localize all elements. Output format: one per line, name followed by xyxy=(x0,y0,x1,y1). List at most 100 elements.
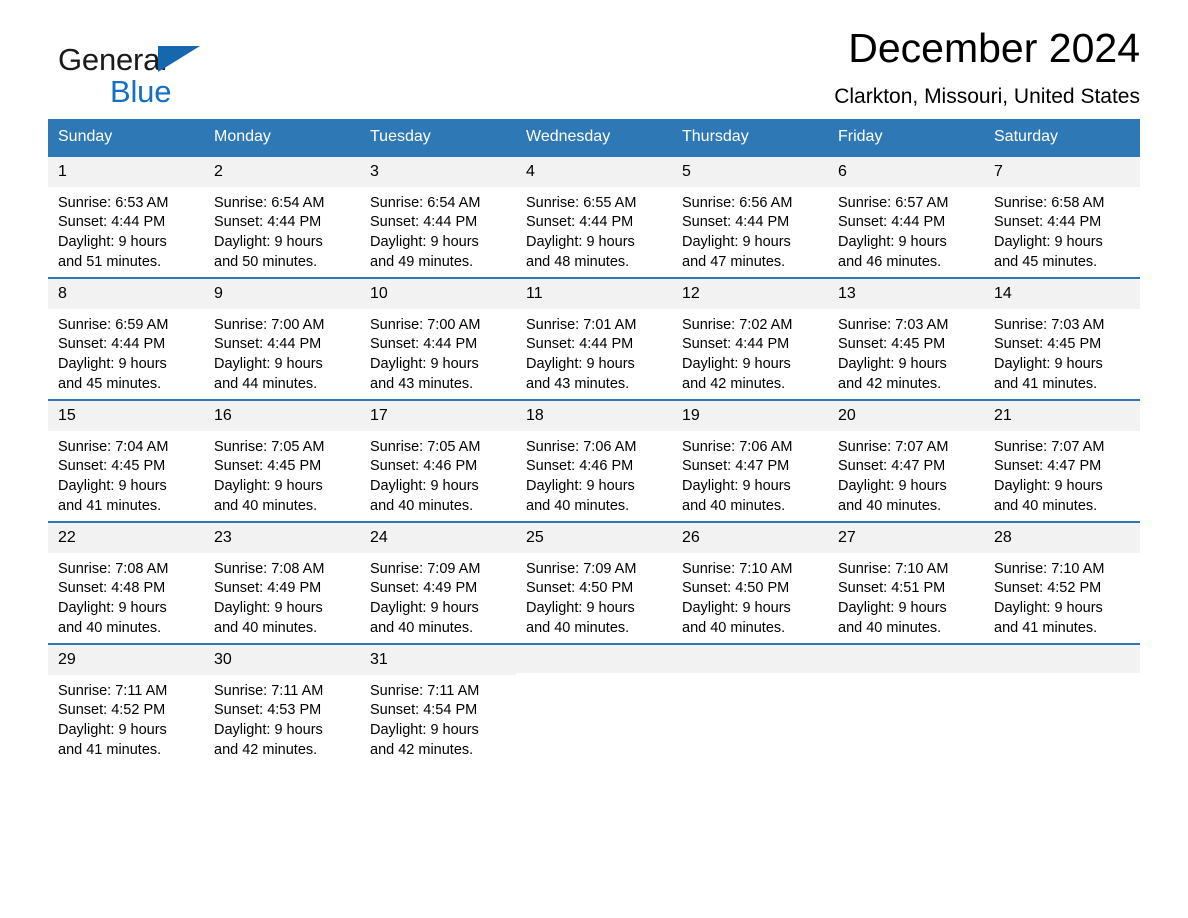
day-cell[interactable]: 7 Sunrise: 6:58 AM Sunset: 4:44 PM Dayli… xyxy=(984,155,1140,278)
day-number: 13 xyxy=(828,279,984,309)
empty-day-cell xyxy=(828,643,984,765)
daylight-text-line1: Daylight: 9 hours xyxy=(994,356,1103,373)
sunrise-text: Sunrise: 6:54 AM xyxy=(370,194,481,211)
day-cell[interactable]: 1 Sunrise: 6:53 AM Sunset: 4:44 PM Dayli… xyxy=(48,155,204,278)
calendar-week-row: 1 Sunrise: 6:53 AM Sunset: 4:44 PM Dayli… xyxy=(48,155,1140,278)
sunrise-text: Sunrise: 7:06 AM xyxy=(526,438,637,455)
day-details: Sunrise: 7:07 AM Sunset: 4:47 PM Dayligh… xyxy=(828,431,984,517)
day-cell[interactable]: 12 Sunrise: 7:02 AM Sunset: 4:44 PM Dayl… xyxy=(672,277,828,400)
day-cell[interactable]: 11 Sunrise: 7:01 AM Sunset: 4:44 PM Dayl… xyxy=(516,277,672,400)
day-number xyxy=(984,645,1140,673)
sunset-text: Sunset: 4:44 PM xyxy=(370,336,478,353)
daylight-text-line2: and 42 minutes. xyxy=(838,375,942,392)
day-details: Sunrise: 6:59 AM Sunset: 4:44 PM Dayligh… xyxy=(48,309,204,395)
day-details: Sunrise: 6:54 AM Sunset: 4:44 PM Dayligh… xyxy=(204,187,360,273)
sunrise-text: Sunrise: 7:08 AM xyxy=(58,560,169,577)
logo-triangle-icon xyxy=(158,46,200,72)
day-cell[interactable]: 18 Sunrise: 7:06 AM Sunset: 4:46 PM Dayl… xyxy=(516,399,672,522)
day-cell[interactable]: 14 Sunrise: 7:03 AM Sunset: 4:45 PM Dayl… xyxy=(984,277,1140,400)
sunset-text: Sunset: 4:44 PM xyxy=(58,214,166,231)
sunrise-text: Sunrise: 7:06 AM xyxy=(682,438,793,455)
day-number: 14 xyxy=(984,279,1140,309)
day-number: 20 xyxy=(828,401,984,431)
sunset-text: Sunset: 4:50 PM xyxy=(682,580,790,597)
day-cell[interactable]: 23 Sunrise: 7:08 AM Sunset: 4:49 PM Dayl… xyxy=(204,521,360,644)
day-cell[interactable]: 9 Sunrise: 7:00 AM Sunset: 4:44 PM Dayli… xyxy=(204,277,360,400)
sunset-text: Sunset: 4:47 PM xyxy=(682,458,790,475)
daylight-text-line1: Daylight: 9 hours xyxy=(526,600,635,617)
day-cell[interactable]: 15 Sunrise: 7:04 AM Sunset: 4:45 PM Dayl… xyxy=(48,399,204,522)
day-cell[interactable]: 21 Sunrise: 7:07 AM Sunset: 4:47 PM Dayl… xyxy=(984,399,1140,522)
day-number: 26 xyxy=(672,523,828,553)
day-details: Sunrise: 7:02 AM Sunset: 4:44 PM Dayligh… xyxy=(672,309,828,395)
daylight-text-line2: and 48 minutes. xyxy=(526,253,630,270)
daylight-text-line1: Daylight: 9 hours xyxy=(58,600,167,617)
day-cell[interactable]: 2 Sunrise: 6:54 AM Sunset: 4:44 PM Dayli… xyxy=(204,155,360,278)
day-cell[interactable]: 17 Sunrise: 7:05 AM Sunset: 4:46 PM Dayl… xyxy=(360,399,516,522)
day-details: Sunrise: 7:04 AM Sunset: 4:45 PM Dayligh… xyxy=(48,431,204,517)
day-cell[interactable]: 4 Sunrise: 6:55 AM Sunset: 4:44 PM Dayli… xyxy=(516,155,672,278)
daylight-text-line1: Daylight: 9 hours xyxy=(682,234,791,251)
daylight-text-line1: Daylight: 9 hours xyxy=(994,600,1103,617)
day-cell[interactable]: 24 Sunrise: 7:09 AM Sunset: 4:49 PM Dayl… xyxy=(360,521,516,644)
daylight-text-line1: Daylight: 9 hours xyxy=(526,234,635,251)
day-cell[interactable]: 31 Sunrise: 7:11 AM Sunset: 4:54 PM Dayl… xyxy=(360,643,516,765)
day-number: 5 xyxy=(672,157,828,187)
calendar-week-row: 15 Sunrise: 7:04 AM Sunset: 4:45 PM Dayl… xyxy=(48,399,1140,522)
day-cell[interactable]: 27 Sunrise: 7:10 AM Sunset: 4:51 PM Dayl… xyxy=(828,521,984,644)
sunrise-text: Sunrise: 7:03 AM xyxy=(994,316,1105,333)
daylight-text-line1: Daylight: 9 hours xyxy=(58,478,167,495)
day-cell[interactable]: 26 Sunrise: 7:10 AM Sunset: 4:50 PM Dayl… xyxy=(672,521,828,644)
day-cell[interactable]: 28 Sunrise: 7:10 AM Sunset: 4:52 PM Dayl… xyxy=(984,521,1140,644)
sunset-text: Sunset: 4:46 PM xyxy=(370,458,478,475)
day-cell[interactable]: 19 Sunrise: 7:06 AM Sunset: 4:47 PM Dayl… xyxy=(672,399,828,522)
day-cell[interactable]: 5 Sunrise: 6:56 AM Sunset: 4:44 PM Dayli… xyxy=(672,155,828,278)
day-cell[interactable]: 16 Sunrise: 7:05 AM Sunset: 4:45 PM Dayl… xyxy=(204,399,360,522)
day-cell[interactable]: 8 Sunrise: 6:59 AM Sunset: 4:44 PM Dayli… xyxy=(48,277,204,400)
calendar-week-row: 29 Sunrise: 7:11 AM Sunset: 4:52 PM Dayl… xyxy=(48,643,1140,765)
sunset-text: Sunset: 4:53 PM xyxy=(214,702,322,719)
sunrise-text: Sunrise: 7:08 AM xyxy=(214,560,325,577)
day-number: 19 xyxy=(672,401,828,431)
day-details: Sunrise: 7:09 AM Sunset: 4:49 PM Dayligh… xyxy=(360,553,516,639)
weekday-header-saturday: Saturday xyxy=(984,119,1140,156)
calendar-week-row: 22 Sunrise: 7:08 AM Sunset: 4:48 PM Dayl… xyxy=(48,521,1140,644)
weekday-header-tuesday: Tuesday xyxy=(360,119,516,156)
day-cell[interactable]: 13 Sunrise: 7:03 AM Sunset: 4:45 PM Dayl… xyxy=(828,277,984,400)
sunrise-sunset-calendar-table: Sunday Monday Tuesday Wednesday Thursday… xyxy=(48,119,1140,765)
weekday-header-friday: Friday xyxy=(828,119,984,156)
sunrise-text: Sunrise: 6:55 AM xyxy=(526,194,637,211)
daylight-text-line2: and 43 minutes. xyxy=(526,375,630,392)
day-cell[interactable]: 30 Sunrise: 7:11 AM Sunset: 4:53 PM Dayl… xyxy=(204,643,360,765)
sunset-text: Sunset: 4:52 PM xyxy=(58,702,166,719)
day-number xyxy=(516,645,672,673)
day-cell[interactable]: 6 Sunrise: 6:57 AM Sunset: 4:44 PM Dayli… xyxy=(828,155,984,278)
day-details: Sunrise: 6:54 AM Sunset: 4:44 PM Dayligh… xyxy=(360,187,516,273)
sunrise-text: Sunrise: 7:04 AM xyxy=(58,438,169,455)
day-cell[interactable]: 22 Sunrise: 7:08 AM Sunset: 4:48 PM Dayl… xyxy=(48,521,204,644)
daylight-text-line1: Daylight: 9 hours xyxy=(994,478,1103,495)
sunrise-text: Sunrise: 7:09 AM xyxy=(370,560,481,577)
daylight-text-line1: Daylight: 9 hours xyxy=(214,600,323,617)
daylight-text-line2: and 42 minutes. xyxy=(682,375,786,392)
daylight-text-line2: and 40 minutes. xyxy=(838,497,942,514)
calendar-page: General Blue December 2024 Clarkton, Mis… xyxy=(0,0,1188,918)
day-number: 11 xyxy=(516,279,672,309)
sunrise-text: Sunrise: 7:09 AM xyxy=(526,560,637,577)
sunrise-text: Sunrise: 7:11 AM xyxy=(214,682,324,699)
day-cell[interactable]: 10 Sunrise: 7:00 AM Sunset: 4:44 PM Dayl… xyxy=(360,277,516,400)
day-details: Sunrise: 7:03 AM Sunset: 4:45 PM Dayligh… xyxy=(984,309,1140,395)
sunrise-text: Sunrise: 7:03 AM xyxy=(838,316,949,333)
day-cell[interactable]: 29 Sunrise: 7:11 AM Sunset: 4:52 PM Dayl… xyxy=(48,643,204,765)
day-details: Sunrise: 7:07 AM Sunset: 4:47 PM Dayligh… xyxy=(984,431,1140,517)
calendar-week-row: 8 Sunrise: 6:59 AM Sunset: 4:44 PM Dayli… xyxy=(48,277,1140,400)
daylight-text-line2: and 49 minutes. xyxy=(370,253,474,270)
day-details: Sunrise: 7:05 AM Sunset: 4:46 PM Dayligh… xyxy=(360,431,516,517)
day-number xyxy=(828,645,984,673)
day-cell[interactable]: 3 Sunrise: 6:54 AM Sunset: 4:44 PM Dayli… xyxy=(360,155,516,278)
day-cell[interactable]: 25 Sunrise: 7:09 AM Sunset: 4:50 PM Dayl… xyxy=(516,521,672,644)
daylight-text-line1: Daylight: 9 hours xyxy=(58,722,167,739)
day-details: Sunrise: 7:03 AM Sunset: 4:45 PM Dayligh… xyxy=(828,309,984,395)
sunset-text: Sunset: 4:44 PM xyxy=(370,214,478,231)
day-cell[interactable]: 20 Sunrise: 7:07 AM Sunset: 4:47 PM Dayl… xyxy=(828,399,984,522)
